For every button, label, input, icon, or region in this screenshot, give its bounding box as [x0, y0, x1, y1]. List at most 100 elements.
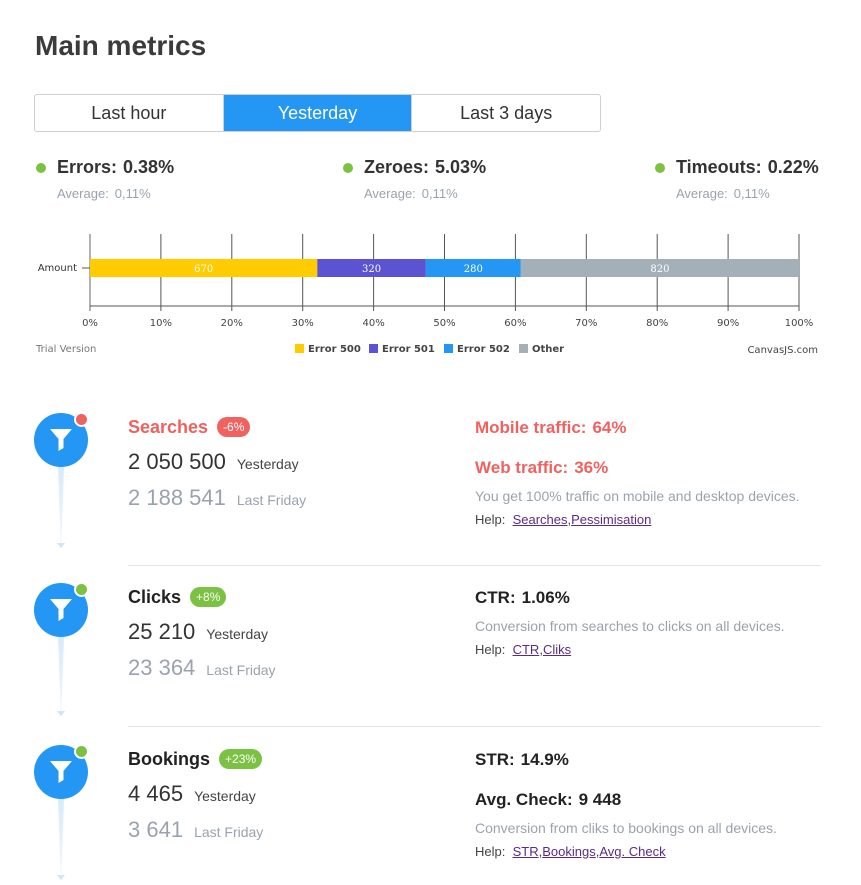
stacked-bar-chart: 0% 10% 20% 30% 40% 50% 60% 70% 80% 90% 100% Amount 6… — [35, 234, 818, 356]
previous-value: 2 188 541 — [128, 485, 226, 510]
x-tick-label: 40% — [362, 318, 384, 329]
help-link-bookings[interactable]: Bookings — [542, 844, 595, 859]
previous-value-row: 3 641 Last Friday — [128, 817, 263, 843]
current-value-row: 25 210 Yesterday — [128, 619, 276, 645]
legend-label: Other — [532, 344, 564, 355]
kpi-label: Errors: — [57, 157, 118, 177]
filter-icon — [50, 599, 72, 621]
kpi-value: 0.38% — [123, 157, 175, 177]
section-pin — [34, 412, 89, 548]
tab-yesterday[interactable]: Yesterday — [223, 95, 413, 131]
metric-str: STR: 14.9% — [475, 750, 569, 769]
section-title: Bookings — [128, 748, 211, 769]
legend-swatch — [444, 344, 453, 353]
metric-avg-check: Avg. Check: 9 448 — [475, 790, 622, 809]
status-dot — [74, 744, 89, 759]
kpi-label: Zeroes: — [364, 157, 430, 177]
kpi-value: 5.03% — [435, 157, 487, 177]
filter-icon — [50, 761, 72, 783]
section-pin — [34, 582, 89, 716]
help-row: Help: STR,Bookings,Avg. Check — [475, 844, 666, 859]
pin-line — [57, 467, 65, 548]
legend-swatch — [519, 344, 528, 353]
pin-circle — [34, 744, 89, 799]
x-tick-label: 50% — [433, 318, 455, 329]
current-label: Yesterday — [206, 626, 269, 642]
kpi-average-value: 0,11% — [114, 186, 151, 201]
legend-swatch — [295, 344, 304, 353]
kpi-zeroes: Zeroes: 5.03% Average: 0,11% — [343, 157, 486, 201]
x-tick-label: 90% — [717, 318, 739, 329]
previous-value: 23 364 — [128, 655, 196, 680]
change-badge: -6% — [217, 417, 251, 437]
legend-swatch — [369, 344, 378, 353]
help-link-pessimisation[interactable]: Pessimisation — [571, 512, 651, 527]
x-tick-label: 70% — [575, 318, 597, 329]
tab-last-3-days[interactable]: Last 3 days — [412, 95, 600, 131]
help-row: Help: Searches,Pessimisation — [475, 512, 652, 527]
help-link-avg-check[interactable]: Avg. Check — [599, 844, 665, 859]
metric-web-traffic: Web traffic: 36% — [475, 458, 609, 477]
data-label: 280 — [464, 264, 483, 275]
trial-version-label: Trial Version — [35, 344, 96, 355]
x-tick-label: 80% — [646, 318, 668, 329]
kpi-timeouts: Timeouts: 0.22% Average: 0,11% — [655, 157, 819, 201]
tab-last-hour[interactable]: Last hour — [35, 95, 224, 131]
status-dot — [655, 162, 665, 173]
current-value-row: 2 050 500 Yesterday — [128, 449, 306, 475]
legend-label: Error 500 — [308, 344, 361, 355]
section-description: Conversion from searches to clicks on al… — [475, 618, 785, 634]
error-distribution-chart: 0% 10% 20% 30% 40% 50% 60% 70% 80% 90% 100% Amount 6… — [0, 222, 861, 372]
x-tick-label: 60% — [504, 318, 526, 329]
help-link-cliks[interactable]: Cliks — [543, 642, 571, 657]
legend-label: Error 502 — [457, 344, 510, 355]
section-divider — [128, 726, 821, 727]
x-tick-label: 20% — [221, 318, 243, 329]
data-label: 320 — [362, 264, 381, 275]
kpi-average-value: 0,11% — [733, 186, 770, 201]
metric-ctr: CTR: 1.06% — [475, 588, 570, 607]
x-tick-label: 0% — [82, 318, 98, 329]
kpi-average-label: Average: — [364, 186, 416, 201]
kpi-label: Timeouts: — [676, 157, 762, 177]
current-value: 4 465 — [128, 781, 184, 806]
legend-label: Error 501 — [382, 344, 435, 355]
category-label: Amount — [38, 263, 77, 274]
x-tick-label: 100% — [785, 318, 814, 329]
page-title: Main metrics — [35, 30, 207, 61]
section-description: Conversion from cliks to bookings on all… — [475, 820, 777, 836]
pin-circle — [34, 412, 89, 467]
change-badge: +23% — [219, 749, 263, 769]
current-value: 2 050 500 — [128, 449, 226, 474]
kpi-average-label: Average: — [676, 186, 728, 201]
data-label: 670 — [194, 264, 213, 275]
status-dot — [74, 412, 89, 427]
pin-line — [57, 799, 65, 880]
section-pin — [34, 744, 89, 880]
status-dot — [36, 162, 46, 173]
kpi-errors: Errors: 0.38% Average: 0,11% — [36, 157, 174, 201]
x-tick-label: 30% — [292, 318, 314, 329]
change-badge: +8% — [190, 587, 227, 607]
period-tabs: Last hour Yesterday Last 3 days — [34, 94, 601, 132]
chart-credit: CanvasJS.com — [747, 345, 818, 356]
x-tick-label: 10% — [150, 318, 172, 329]
previous-value-row: 2 188 541 Last Friday — [128, 485, 306, 511]
previous-label: Last Friday — [194, 824, 264, 840]
help-link-ctr[interactable]: CTR — [513, 642, 540, 657]
help-link-searches[interactable]: Searches — [513, 512, 568, 527]
current-value-row: 4 465 Yesterday — [128, 781, 263, 807]
current-value: 25 210 — [128, 619, 196, 644]
current-label: Yesterday — [236, 456, 299, 472]
pin-line — [57, 637, 65, 716]
help-link-str[interactable]: STR — [513, 844, 539, 859]
kpi-value: 0.22% — [767, 157, 819, 177]
section-title: Clicks — [128, 586, 182, 607]
section-title: Searches — [128, 416, 209, 437]
status-dot — [343, 162, 353, 173]
previous-value: 3 641 — [128, 817, 184, 842]
kpi-average-value: 0,11% — [421, 186, 458, 201]
section-description: You get 100% traffic on mobile and deskt… — [475, 488, 800, 504]
kpi-average-label: Average: — [57, 186, 109, 201]
metric-mobile-traffic: Mobile traffic: 64% — [475, 418, 627, 437]
